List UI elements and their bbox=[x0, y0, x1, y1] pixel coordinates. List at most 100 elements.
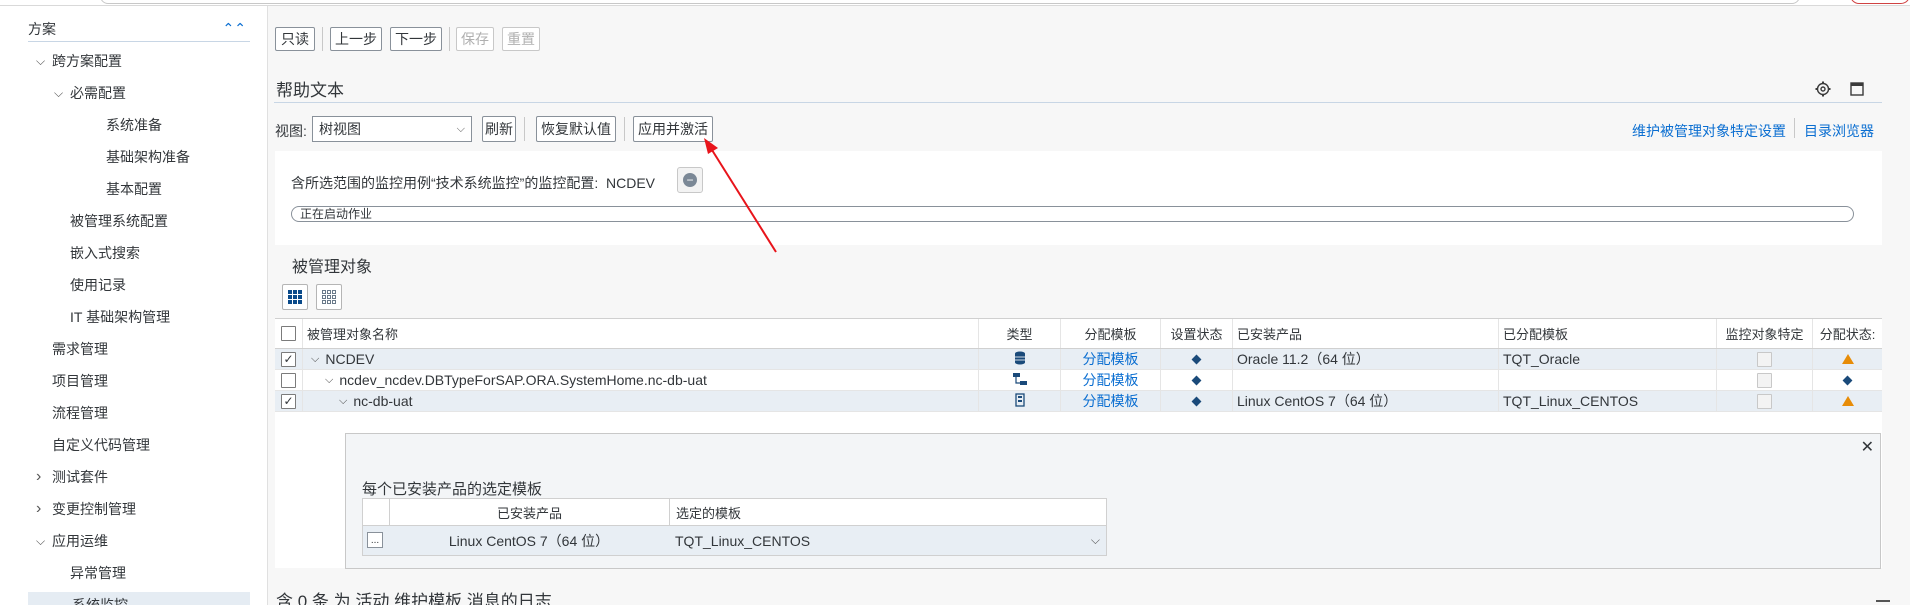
sidebar-item[interactable]: › 变更控制管理 bbox=[36, 496, 248, 522]
detail-col-product: 已安装产品 bbox=[389, 499, 669, 526]
close-icon[interactable]: ✕ bbox=[1861, 437, 1874, 457]
sidebar-header-title: 方案 bbox=[28, 20, 56, 37]
view-label: 视图: bbox=[275, 123, 307, 139]
collapse-all-grid-icon[interactable] bbox=[316, 284, 342, 310]
col-header-setup-status[interactable]: 设置状态 bbox=[1161, 319, 1233, 348]
detail-title: 每个已安装产品的选定模板 bbox=[362, 481, 543, 498]
row-action-button[interactable]: ... bbox=[367, 532, 383, 548]
row-setup-status-cell bbox=[1161, 391, 1233, 411]
chevron-down-icon[interactable]: ⌵ bbox=[325, 374, 333, 387]
sidebar-item[interactable]: 异常管理 bbox=[54, 560, 248, 586]
object-specific-checkbox[interactable] bbox=[1757, 351, 1772, 367]
template-select[interactable]: TQT_Linux_CENTOS ⌵ bbox=[669, 526, 1106, 555]
sidebar-item-label: 系统准备 bbox=[106, 117, 162, 133]
table-row[interactable]: ⌵ ncdev_ncdev.DBTypeForSAP.ORA.SystemHome… bbox=[275, 370, 1882, 391]
chevron-down-icon[interactable]: ⌵ bbox=[36, 534, 52, 549]
sidebar-item[interactable]: ⌵ 应用运维 bbox=[36, 528, 248, 554]
maintain-object-settings-link[interactable]: 维护被管理对象特定设置 bbox=[1632, 121, 1786, 141]
row-assign-cell: 分配模板 bbox=[1061, 370, 1161, 390]
row-assign-cell: 分配模板 bbox=[1061, 391, 1161, 411]
sidebar-item[interactable]: 使用记录 bbox=[54, 272, 248, 298]
toolbar-divider bbox=[524, 117, 525, 141]
table-row[interactable]: ✓ ⌵ NCDEV 分配模板 Oracle 11.2（64 位） TQT_Oracle bbox=[275, 349, 1882, 370]
row-name-cell: ⌵ nc-db-uat bbox=[303, 391, 979, 411]
sidebar-item[interactable]: 需求管理 bbox=[36, 336, 248, 362]
maximize-icon[interactable] bbox=[1848, 80, 1866, 98]
restore-default-button[interactable]: 恢复默认值 bbox=[536, 116, 616, 142]
sidebar-item[interactable]: 自定义代码管理 bbox=[36, 432, 248, 458]
assign-template-link[interactable]: 分配模板 bbox=[1083, 349, 1139, 369]
sidebar-item-label: 需求管理 bbox=[52, 341, 108, 357]
detail-table: 已安装产品 选定的模板 ... Linux CentOS 7（64 位） TQT… bbox=[362, 498, 1107, 556]
row-name: nc-db-uat bbox=[353, 393, 413, 409]
template-select-value: TQT_Linux_CENTOS bbox=[675, 532, 811, 549]
chevron-down-icon[interactable]: ⌵ bbox=[311, 353, 319, 366]
row-installed-cell: Linux CentOS 7（64 位） bbox=[1233, 391, 1499, 411]
remove-config-button[interactable]: − bbox=[677, 167, 703, 193]
save-button[interactable]: 保存 bbox=[456, 27, 494, 51]
col-header-type[interactable]: 类型 bbox=[979, 319, 1061, 348]
col-header-template[interactable]: 已分配模板 bbox=[1499, 319, 1717, 348]
next-button[interactable]: 下一步 bbox=[390, 27, 442, 51]
row-checkbox[interactable]: ✓ bbox=[281, 351, 296, 367]
section-divider bbox=[274, 102, 1882, 103]
table-row[interactable]: ✓ ⌵ nc-db-uat 分配模板 Linux CentOS 7（64 位） TQT_L… bbox=[275, 391, 1882, 412]
row-setup-status-cell bbox=[1161, 349, 1233, 369]
minimize-icon[interactable] bbox=[1876, 600, 1890, 602]
sidebar-item[interactable]: 被管理系统配置 bbox=[54, 208, 248, 234]
sidebar-item[interactable]: 基础架构准备 bbox=[90, 144, 248, 170]
col-header-assign[interactable]: 分配模板 bbox=[1061, 319, 1161, 348]
chevron-down-icon[interactable]: ⌵ bbox=[54, 86, 70, 101]
chevron-right-icon[interactable]: › bbox=[36, 500, 52, 518]
sidebar-item[interactable]: IT 基础架构管理 bbox=[54, 304, 248, 330]
minus-icon: − bbox=[683, 173, 697, 187]
col-header-object-specific[interactable]: 监控对象特定 bbox=[1717, 319, 1813, 348]
object-specific-checkbox[interactable] bbox=[1757, 372, 1772, 388]
prev-button[interactable]: 上一步 bbox=[330, 27, 382, 51]
sidebar-item[interactable]: 系统监控 bbox=[28, 592, 250, 605]
row-assign-status-cell bbox=[1813, 370, 1882, 390]
chevron-right-icon[interactable]: › bbox=[36, 468, 52, 486]
assign-template-link[interactable]: 分配模板 bbox=[1083, 391, 1139, 411]
top-search-field[interactable] bbox=[100, 0, 1800, 4]
sidebar-item[interactable]: 系统准备 bbox=[90, 112, 248, 138]
sidebar-item[interactable]: 基本配置 bbox=[90, 176, 248, 202]
settings-gear-icon[interactable] bbox=[1814, 80, 1832, 98]
col-header-name[interactable]: 被管理对象名称 bbox=[303, 319, 979, 348]
row-assign-status-cell bbox=[1813, 349, 1882, 369]
chevron-down-icon[interactable]: ⌵ bbox=[36, 54, 52, 69]
link-divider bbox=[1794, 118, 1795, 138]
main-content: 只读 上一步 下一步 保存 重置 帮助文本 视图: 树视图 ⌵ 刷新 恢复默认值… bbox=[270, 6, 1910, 605]
top-action-button[interactable] bbox=[1850, 0, 1910, 4]
sidebar-item[interactable]: 流程管理 bbox=[36, 400, 248, 426]
sidebar-item-label: 应用运维 bbox=[52, 533, 108, 549]
select-all-checkbox[interactable] bbox=[281, 326, 296, 341]
view-select[interactable]: 树视图 ⌵ bbox=[312, 116, 472, 142]
sidebar-item-label: 必需配置 bbox=[70, 85, 126, 101]
sidebar-item[interactable]: 嵌入式搜索 bbox=[54, 240, 248, 266]
col-header-assign-status[interactable]: 分配状态: bbox=[1813, 319, 1882, 348]
sidebar-item-label: 使用记录 bbox=[70, 277, 126, 293]
readonly-button[interactable]: 只读 bbox=[275, 27, 315, 51]
chevron-down-icon: ⌵ bbox=[1090, 533, 1100, 547]
row-checkbox[interactable]: ✓ bbox=[281, 393, 296, 409]
sidebar-item[interactable]: 项目管理 bbox=[36, 368, 248, 394]
assign-template-link[interactable]: 分配模板 bbox=[1083, 370, 1139, 390]
directory-browser-link[interactable]: 目录浏览器 bbox=[1804, 121, 1874, 141]
chevron-down-icon: ⌵ bbox=[456, 122, 465, 135]
sidebar-item[interactable]: › 测试套件 bbox=[36, 464, 248, 490]
reset-button[interactable]: 重置 bbox=[502, 27, 540, 51]
refresh-button[interactable]: 刷新 bbox=[482, 116, 516, 142]
row-name: NCDEV bbox=[325, 351, 375, 367]
object-specific-checkbox[interactable] bbox=[1757, 393, 1772, 409]
expand-all-grid-icon[interactable] bbox=[282, 284, 308, 310]
chevron-down-icon[interactable]: ⌵ bbox=[339, 395, 347, 408]
apply-activate-button[interactable]: 应用并激活 bbox=[633, 116, 713, 142]
job-progress-bar: 正在启动作业 bbox=[291, 206, 1854, 222]
detail-col-template: 选定的模板 bbox=[669, 499, 1106, 526]
col-header-installed[interactable]: 已安装产品 bbox=[1233, 319, 1499, 348]
collapse-up-icon[interactable]: ⌃⌃ bbox=[223, 20, 250, 37]
sidebar-item[interactable]: ⌵ 跨方案配置 bbox=[36, 48, 248, 74]
sidebar-item[interactable]: ⌵ 必需配置 bbox=[54, 80, 248, 106]
row-checkbox[interactable] bbox=[281, 372, 296, 388]
